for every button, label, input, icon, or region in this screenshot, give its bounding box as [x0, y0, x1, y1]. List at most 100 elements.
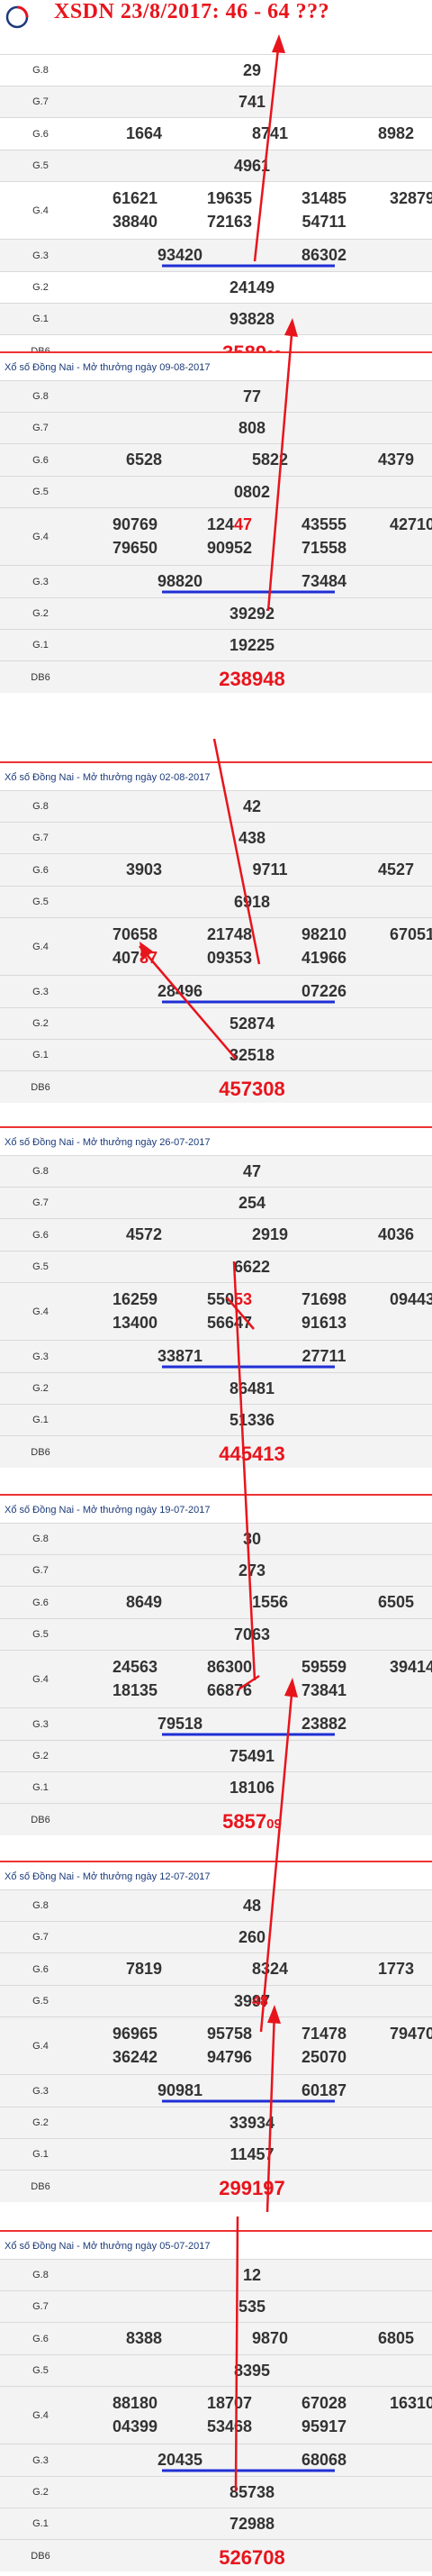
- result-row: G.8 29: [0, 54, 432, 86]
- block-title[interactable]: Xổ số Đồng Nai - Mở thưởng ngày 12-07-20…: [0, 1861, 432, 1889]
- result-row: G.7 254: [0, 1187, 432, 1218]
- prize-number: 6505: [377, 1593, 415, 1611]
- prize-number: 8649: [125, 1593, 163, 1611]
- result-row: G.8 48: [0, 1889, 432, 1921]
- prize-number: 16259: [112, 1290, 158, 1308]
- prize-number: 33934: [229, 2113, 275, 2132]
- block-title[interactable]: Xổ số Đồng Nai - Mở thưởng ngày 26-07-20…: [0, 1126, 432, 1155]
- prize-number: 32518: [229, 1045, 275, 1064]
- prize-number: 79518: [157, 1715, 203, 1733]
- prize-label: G.3: [32, 1719, 49, 1730]
- prize-number: 41966: [301, 949, 347, 967]
- prize-number: 1664: [125, 124, 163, 142]
- result-row: G.1 19225: [0, 629, 432, 660]
- prize-label: G.8: [32, 1900, 49, 1911]
- result-row: G.5 0802: [0, 476, 432, 507]
- result-row: G.4 24563 86300 59559 39414 18135 66876 73841: [0, 1650, 432, 1707]
- result-row: G.4 90769 12447 43555 42710 79650 90952 71558: [0, 507, 432, 565]
- prize-label: G.5: [32, 897, 49, 907]
- prize-label: G.1: [32, 1050, 49, 1060]
- prize-number: 4527: [377, 860, 415, 878]
- prize-number: 04399: [112, 2417, 158, 2435]
- prize-number: 12: [242, 2265, 262, 2284]
- prize-number: 30: [242, 1529, 262, 1548]
- prize-number: 7819: [125, 1960, 163, 1978]
- prize-label: G.6: [32, 1964, 49, 1975]
- result-row: G.2 39292: [0, 597, 432, 629]
- prize-label: G.2: [32, 2117, 49, 2128]
- prize-number: 93828: [229, 309, 275, 328]
- prize-label: G.4: [32, 2041, 49, 2052]
- result-row: G.8 12: [0, 2259, 432, 2290]
- prize-number: 299197: [219, 2177, 285, 2199]
- prize-label: G.4: [32, 1306, 49, 1317]
- prize-number: 42710: [389, 515, 432, 533]
- prize-label: G.7: [32, 423, 49, 433]
- prize-label: G.7: [32, 96, 49, 107]
- prize-label: G.2: [32, 1383, 49, 1394]
- prize-number: 5822: [251, 451, 289, 469]
- prize-number: 28496: [157, 982, 203, 1000]
- prize-label: G.5: [32, 1261, 49, 1272]
- prize-number: 9711: [252, 860, 288, 878]
- result-row: DB6 299197: [0, 2170, 432, 2202]
- result-row: G.4 70658 21748 98210 67051 40787 09353 41966: [0, 917, 432, 975]
- prize-number: 254: [238, 1193, 266, 1212]
- result-row: G.6 7819 8324 1773: [0, 1952, 432, 1985]
- prize-number: 21748: [206, 925, 253, 943]
- prize-label: G.2: [32, 608, 49, 619]
- prize-label: G.7: [32, 1565, 49, 1576]
- result-row: G.4 16259 55053 71698 09443 13400 56647 91613: [0, 1282, 432, 1340]
- prize-label: G.5: [32, 160, 49, 171]
- result-row: G.7 260: [0, 1921, 432, 1952]
- result-row: DB6 457308: [0, 1070, 432, 1103]
- result-row: G.1 51336: [0, 1404, 432, 1435]
- prize-number: 40787: [112, 949, 158, 967]
- result-row: G.2 24149: [0, 271, 432, 303]
- block-title[interactable]: Xổ số Đồng Nai - Mở thưởng ngày 02-08-20…: [0, 761, 432, 790]
- block-title[interactable]: Xổ số Đồng Nai - Mở thưởng ngày 05-07-20…: [0, 2230, 432, 2259]
- prize-number: 18106: [229, 1778, 275, 1797]
- prize-number: 438: [238, 828, 266, 847]
- result-row: G.1 11457: [0, 2138, 432, 2170]
- prize-number: 09443: [389, 1290, 432, 1308]
- prize-label: G.7: [32, 1197, 49, 1208]
- prize-label: G.6: [32, 129, 49, 140]
- prize-number: 88180: [112, 2394, 158, 2412]
- result-block: Xổ số Đồng Nai - Mở thưởng ngày 19-07-20…: [0, 1494, 432, 1835]
- result-row: G.3 33871 27711: [0, 1340, 432, 1372]
- prize-number: 38840: [112, 213, 158, 231]
- prize-number: 94796: [206, 2048, 253, 2066]
- prize-number: 53468: [206, 2417, 253, 2435]
- result-row: G.1 32518: [0, 1039, 432, 1070]
- prize-number: 29: [242, 60, 262, 79]
- prize-label: G.4: [32, 205, 49, 216]
- prize-number: 238948: [219, 668, 285, 690]
- prize-number: 808: [238, 418, 266, 437]
- prize-number: 585709: [222, 1810, 282, 1833]
- result-row: G.7 438: [0, 822, 432, 853]
- prize-number: 72988: [229, 2514, 275, 2533]
- prize-number: 1773: [377, 1960, 415, 1978]
- result-block: G.8 29 G.7 741 G.6 1664 8741 8982 G.5 4961 G.4 6162…: [0, 54, 432, 367]
- prize-number: 90769: [112, 515, 158, 533]
- prize-number: 741: [238, 92, 266, 111]
- prize-number: 93420: [157, 246, 203, 264]
- prize-label: G.4: [32, 942, 49, 952]
- prize-number: 4961: [233, 156, 271, 175]
- prize-number: 8982: [377, 124, 415, 142]
- result-row: G.6 4572 2919 4036: [0, 1218, 432, 1251]
- prize-number: 59559: [301, 1658, 347, 1676]
- block-title[interactable]: Xổ số Đồng Nai - Mở thưởng ngày 19-07-20…: [0, 1494, 432, 1523]
- prize-label: G.1: [32, 2149, 49, 2160]
- result-row: G.8 47: [0, 1155, 432, 1187]
- block-title[interactable]: Xổ số Đồng Nai - Mở thưởng ngày 09-08-20…: [0, 351, 432, 380]
- prize-label: G.5: [32, 1629, 49, 1640]
- prize-number: 18135: [112, 1681, 158, 1699]
- prize-number: 3903: [125, 860, 163, 878]
- prize-number: 86302: [301, 246, 347, 264]
- result-row: G.5 4961: [0, 150, 432, 181]
- prize-number: 8395: [233, 2361, 271, 2380]
- prize-number: 42: [242, 796, 262, 815]
- prize-label: G.8: [32, 1534, 49, 1544]
